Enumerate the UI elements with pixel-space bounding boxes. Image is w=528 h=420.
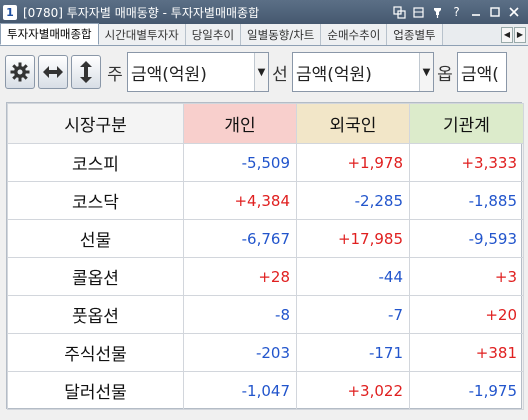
investor-summary-grid: 시장구분 개인 외국인 기관계 코스피 -5,509 +1,978 +3,333… xyxy=(6,102,524,410)
individual-cell: -5,509 xyxy=(183,143,297,182)
individual-cell: -8 xyxy=(183,295,297,334)
institution-cell: +3 xyxy=(409,257,524,296)
table-row[interactable]: 코스닥 +4,384 -2,285 -1,885 xyxy=(7,181,524,220)
individual-cell: +4,384 xyxy=(183,181,297,220)
options-unit-label: 옵 xyxy=(437,64,453,85)
title-bar: 1 [0780] 투자자별 매매동향 - 투자자별매매종합 ? xyxy=(0,0,528,24)
link-window-icon[interactable] xyxy=(391,4,408,21)
futures-unit-label: 선 xyxy=(272,64,288,85)
window-number-badge: 1 xyxy=(3,4,17,20)
foreign-cell: -7 xyxy=(296,295,410,334)
copy-window-icon[interactable] xyxy=(410,4,427,21)
market-cell: 풋옵션 xyxy=(7,295,184,334)
minimize-icon[interactable] xyxy=(467,4,484,21)
futures-unit-select[interactable]: 금액(억원) ▼ xyxy=(292,52,434,92)
market-cell: 코스피 xyxy=(7,143,184,182)
tab-daily-chart[interactable]: 일별동향/차트 xyxy=(241,24,322,45)
tab-scroll-left-icon[interactable]: ◀ xyxy=(501,26,513,43)
market-cell: 달러선물 xyxy=(7,371,184,410)
window-controls: ? xyxy=(391,4,522,21)
table-row[interactable]: 선물 -6,767 +17,985 -9,593 xyxy=(7,219,524,258)
bottom-margin xyxy=(0,410,528,420)
tab-sector[interactable]: 업종별투 xyxy=(387,24,443,45)
tab-daily-trend[interactable]: 당일추이 xyxy=(185,24,242,45)
institution-cell: +20 xyxy=(409,295,524,334)
tab-time-investor[interactable]: 시간대별투자자 xyxy=(98,24,186,45)
foreign-cell: +17,985 xyxy=(296,219,410,258)
institution-cell: -9,593 xyxy=(409,219,524,258)
table-row[interactable]: 주식선물 -203 -171 +381 xyxy=(7,333,524,372)
stock-unit-label: 주 xyxy=(107,64,123,85)
market-cell: 콜옵션 xyxy=(7,257,184,296)
foreign-cell: +3,022 xyxy=(296,371,410,410)
window-title: [0780] 투자자별 매매동향 - 투자자별매매종합 xyxy=(23,5,260,20)
futures-unit-value: 금액(억원) xyxy=(296,64,372,85)
foreign-cell: -44 xyxy=(296,257,410,296)
institution-cell: +381 xyxy=(409,333,524,372)
chevron-down-icon[interactable]: ▼ xyxy=(419,53,433,91)
foreign-cell: -171 xyxy=(296,333,410,372)
tab-scroll-arrows: ◀ ▶ xyxy=(501,24,526,45)
options-unit-select[interactable]: 금액( xyxy=(457,52,507,92)
tab-scroll-right-icon[interactable]: ▶ xyxy=(514,26,526,43)
tab-net-buy-trend[interactable]: 순매수추이 xyxy=(321,24,388,45)
chevron-down-icon[interactable]: ▼ xyxy=(254,53,268,91)
header-institution: 기관계 xyxy=(409,103,524,144)
header-market: 시장구분 xyxy=(7,103,184,144)
market-cell: 코스닥 xyxy=(7,181,184,220)
close-icon[interactable] xyxy=(505,4,522,21)
market-cell: 주식선물 xyxy=(7,333,184,372)
institution-cell: +3,333 xyxy=(409,143,524,182)
toolbar: 주 금액(억원) ▼ 선 금액(억원) ▼ 옵 금액( xyxy=(0,47,528,97)
settings-button[interactable] xyxy=(5,55,35,89)
help-icon[interactable]: ? xyxy=(448,4,465,21)
expand-horizontal-button[interactable] xyxy=(38,55,68,89)
foreign-cell: +1,978 xyxy=(296,143,410,182)
header-foreign: 외국인 xyxy=(296,103,410,144)
expand-vertical-button[interactable] xyxy=(71,55,101,89)
options-unit-value: 금액( xyxy=(461,64,499,85)
institution-cell: -1,885 xyxy=(409,181,524,220)
gear-icon xyxy=(10,62,30,82)
market-cell: 선물 xyxy=(7,219,184,258)
individual-cell: -6,767 xyxy=(183,219,297,258)
table-row[interactable]: 풋옵션 -8 -7 +20 xyxy=(7,295,524,334)
table-row[interactable]: 콜옵션 +28 -44 +3 xyxy=(7,257,524,296)
institution-cell: -1,975 xyxy=(409,371,524,410)
stock-unit-select[interactable]: 금액(억원) ▼ xyxy=(127,52,269,92)
foreign-cell: -2,285 xyxy=(296,181,410,220)
individual-cell: -1,047 xyxy=(183,371,297,410)
header-individual: 개인 xyxy=(183,103,297,144)
tab-investor-summary[interactable]: 투자자별매매종합 xyxy=(0,23,99,45)
pin-icon[interactable] xyxy=(429,4,446,21)
table-row[interactable]: 달러선물 -1,047 +3,022 -1,975 xyxy=(7,371,524,410)
horizontal-arrows-icon xyxy=(43,66,63,78)
individual-cell: -203 xyxy=(183,333,297,372)
maximize-icon[interactable] xyxy=(486,4,503,21)
tab-bar: 투자자별매매종합 시간대별투자자 당일추이 일별동향/차트 순매수추이 업종별투… xyxy=(0,23,528,46)
vertical-arrows-icon xyxy=(80,61,92,83)
table-row[interactable]: 코스피 -5,509 +1,978 +3,333 xyxy=(7,143,524,182)
stock-unit-value: 금액(억원) xyxy=(131,64,207,85)
individual-cell: +28 xyxy=(183,257,297,296)
